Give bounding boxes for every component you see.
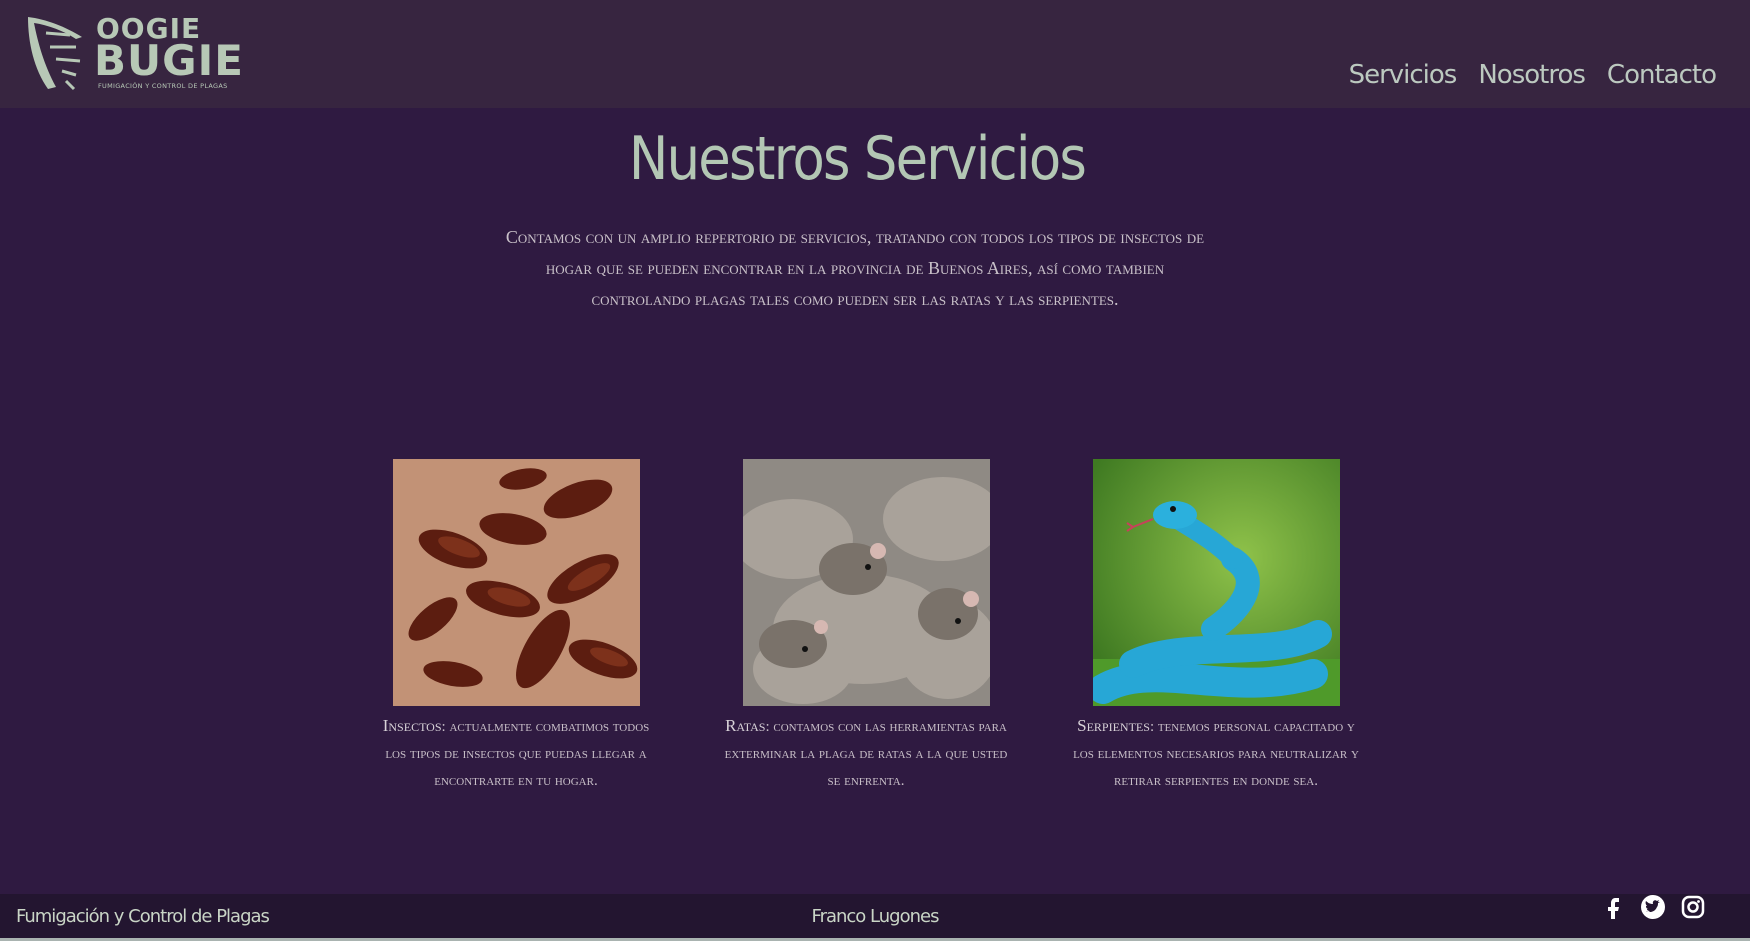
snake-image bbox=[1092, 459, 1340, 706]
service-desc-insectos: Insectos: actualmente combatimos todos l… bbox=[371, 712, 661, 795]
twitter-icon[interactable] bbox=[1640, 894, 1666, 920]
service-name-insectos: Insectos bbox=[382, 716, 442, 735]
site-header: OOGIE BUGIE Fumigación y control de plag… bbox=[0, 0, 1750, 108]
service-text-ratas: : contamos con las herramientas para ext… bbox=[724, 719, 1008, 789]
service-desc-ratas: Ratas: contamos con las herramientas par… bbox=[721, 712, 1011, 795]
service-name-ratas: Ratas bbox=[725, 716, 766, 735]
service-name-serpientes: Serpientes bbox=[1077, 716, 1150, 735]
site-footer: Fumigación y Control de Plagas Franco Lu… bbox=[0, 894, 1750, 941]
instagram-icon[interactable] bbox=[1680, 894, 1706, 920]
service-card-ratas: Ratas: contamos con las herramientas par… bbox=[721, 459, 1011, 795]
footer-author: Franco Lugones bbox=[811, 906, 940, 927]
nav-servicios[interactable]: Servicios bbox=[1349, 60, 1458, 90]
page-title: Nuestros Servicios bbox=[628, 124, 1087, 194]
nav-nosotros[interactable]: Nosotros bbox=[1478, 60, 1586, 90]
service-card-serpientes: Serpientes: tenemos personal capacitado … bbox=[1071, 459, 1361, 795]
service-card-insectos: Insectos: actualmente combatimos todos l… bbox=[371, 459, 661, 795]
logo-word-bugie: BUGIE bbox=[94, 36, 244, 85]
main-nav: Servicios Nosotros Contacto bbox=[1349, 60, 1717, 90]
nav-contacto[interactable]: Contacto bbox=[1607, 60, 1717, 90]
facebook-icon[interactable] bbox=[1600, 894, 1626, 920]
rats-image bbox=[742, 459, 990, 706]
logo-insect-icon bbox=[28, 17, 82, 91]
cockroaches-image bbox=[392, 459, 640, 706]
intro-text: Contamos con un amplio repertorio de ser… bbox=[505, 227, 1205, 309]
site-logo[interactable]: OOGIE BUGIE Fumigación y control de plag… bbox=[26, 13, 246, 95]
logo-tagline: Fumigación y control de plagas bbox=[98, 82, 228, 90]
service-desc-serpientes: Serpientes: tenemos personal capacitado … bbox=[1071, 712, 1361, 795]
social-links bbox=[1600, 894, 1706, 920]
